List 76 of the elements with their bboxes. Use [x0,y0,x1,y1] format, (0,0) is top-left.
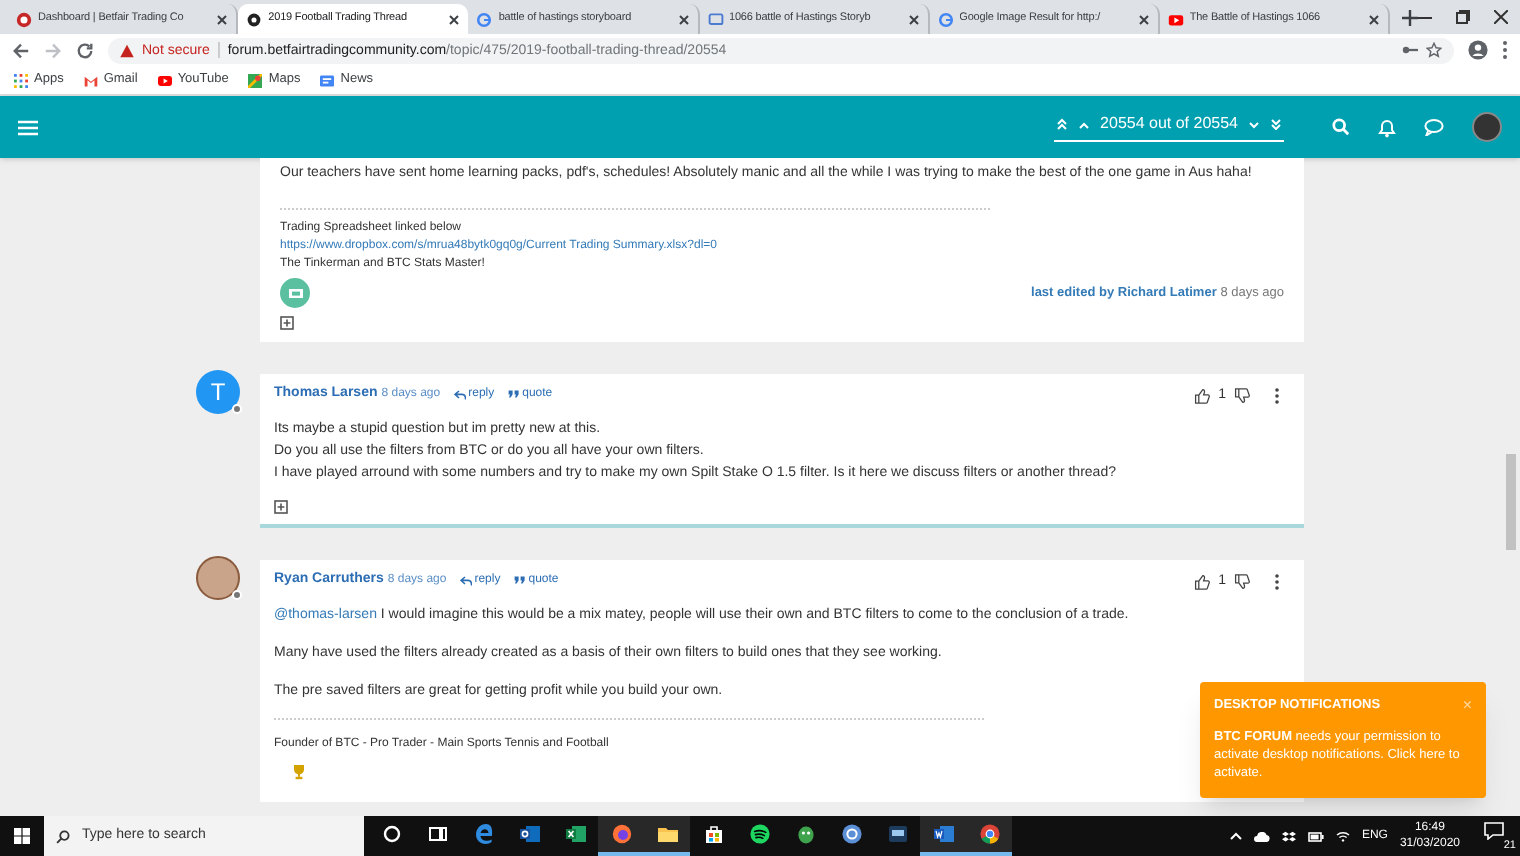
search-icon [56,829,70,843]
map-icon [248,73,263,87]
expand-icon[interactable] [274,500,288,514]
folder-icon [657,824,677,844]
wifi-icon[interactable] [1335,830,1350,842]
mail-app-icon [519,824,539,844]
sound-waves-icon [749,824,769,844]
close-icon[interactable] [1368,13,1381,25]
expand-icon[interactable] [280,316,294,330]
close-icon[interactable] [448,13,461,25]
search-icon[interactable] [1332,118,1350,136]
close-icon[interactable] [1137,13,1150,25]
shopping-bag-icon [703,824,723,844]
chat-icon[interactable] [1424,118,1444,136]
monitor-app-icon [887,824,907,844]
more-options-icon[interactable] [1274,388,1280,404]
account-icon[interactable] [1468,40,1488,60]
screen-icon [287,287,303,299]
grid-icon [14,73,28,87]
new-tab-icon[interactable] [1402,10,1419,26]
google-icon [937,11,954,27]
reply-icon [454,389,467,399]
reload-icon[interactable] [76,41,94,59]
creature-icon [795,824,815,844]
bell-icon[interactable] [1378,117,1396,137]
thumbs-up-icon[interactable] [1194,388,1211,404]
last-page-icon [1270,118,1282,130]
envelope-icon [83,73,98,87]
play-icon [157,73,172,87]
play-icon [1167,11,1184,27]
previous-icon [1078,119,1091,129]
scrollbar-thumb[interactable] [1506,454,1516,550]
google-icon [476,11,493,27]
avatar-photo[interactable] [1472,112,1502,142]
close-icon[interactable] [907,13,920,25]
taskbar-button[interactable] [966,816,1012,856]
task-view-icon [427,824,447,844]
close-icon[interactable] [1494,10,1509,24]
round-logo-icon [841,824,861,844]
more-options-icon[interactable] [1274,574,1280,590]
taskbar-button[interactable] [644,816,690,856]
document-app-icon [933,824,953,844]
taskbar-button[interactable] [920,816,966,856]
cloud-icon[interactable] [1253,831,1270,841]
warning-icon [120,43,134,57]
taskbar-button[interactable] [598,816,644,856]
newspaper-icon [320,73,335,87]
windows-icon [14,828,30,844]
battery-icon[interactable] [1307,831,1324,841]
menu-icon[interactable] [1502,40,1508,60]
browser-app-icon [979,824,999,844]
spreadsheet-app-icon [565,824,585,844]
close-icon[interactable] [216,13,229,25]
thumbs-down-icon[interactable] [1234,388,1250,404]
circle-logo-icon [16,11,32,27]
star-icon[interactable] [1426,42,1442,58]
thumbs-down-icon[interactable] [1234,574,1250,590]
quote-icon [514,576,527,584]
reply-icon [460,575,473,585]
avatar-photo[interactable] [196,556,240,600]
restore-icon[interactable] [1456,10,1471,24]
box-icon[interactable] [1281,829,1296,843]
next-icon [1248,119,1260,129]
chevron-up-icon[interactable] [1229,832,1242,840]
close-icon[interactable] [677,13,689,25]
quote-icon [508,390,521,398]
screen-icon [707,11,723,27]
menu-icon[interactable] [18,119,38,135]
notification-center-icon[interactable] [1484,822,1504,840]
edge-icon [473,824,493,844]
first-page-icon [1056,118,1069,130]
key-icon[interactable] [1402,44,1418,56]
back-icon[interactable] [12,41,30,59]
circle-icon [381,824,401,844]
thumbs-up-icon[interactable] [1194,574,1211,590]
trophy-icon [292,764,306,780]
